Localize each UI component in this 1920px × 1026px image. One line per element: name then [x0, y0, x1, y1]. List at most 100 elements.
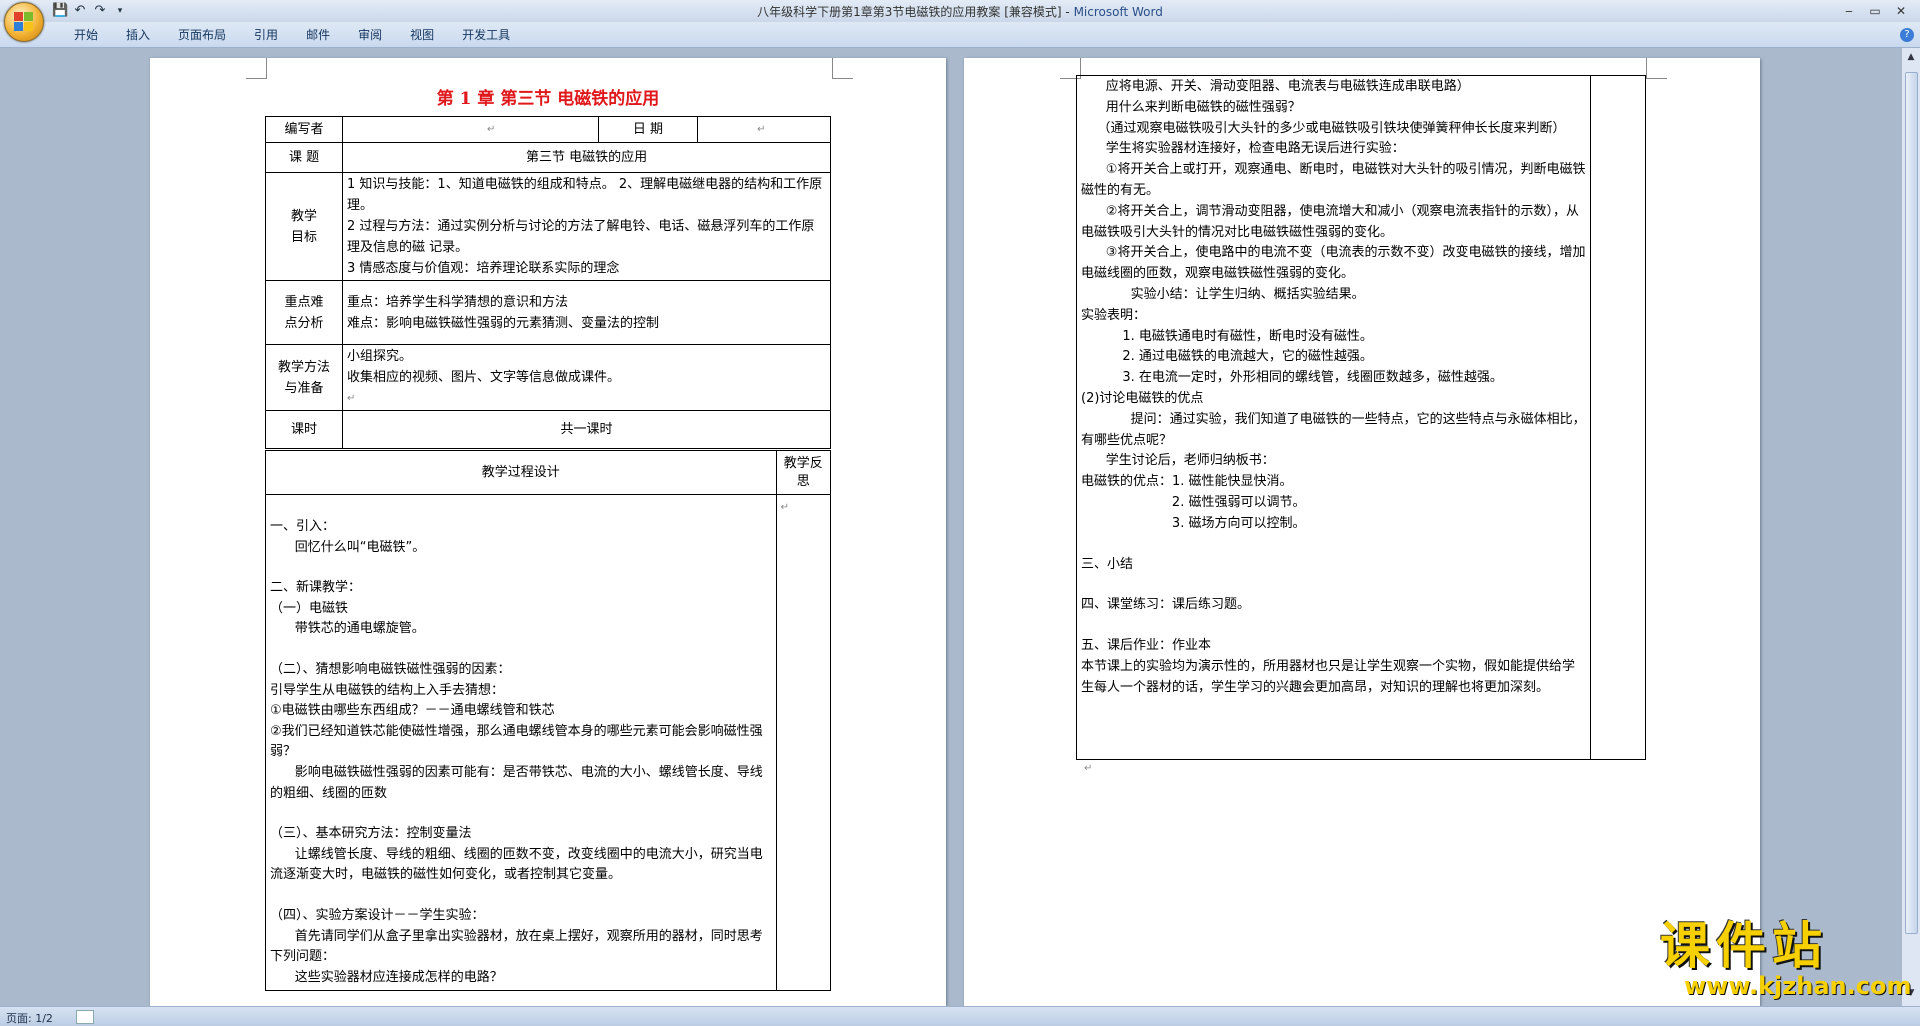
- tab-page-layout[interactable]: 页面布局: [164, 27, 240, 43]
- ribbon-tabs: 开始 插入 页面布局 引用 邮件 审阅 视图 开发工具: [60, 27, 524, 43]
- process-table: 教学过程设计 教学反思 一、引入： 回忆什么叫“电磁铁”。 二、新课教学： （一）电…: [265, 450, 832, 992]
- keypoint-line: 重点：培养学生科学猜想的意识和方法: [347, 294, 569, 310]
- method-line: 收集相应的视频、图片、文字等信息做成课件。: [347, 370, 621, 385]
- body-line: (2)讨论电磁铁的优点: [1081, 390, 1204, 406]
- keypoints-label: 重点难点分析: [264, 280, 344, 345]
- document-heading: 第 1 章 第三节 电磁铁的应用: [436, 89, 660, 109]
- body-line: （四）、实验方案设计－－学生实验：: [270, 907, 485, 923]
- body-line: （二）、猜想影响电磁铁磁性强弱的因素：: [270, 661, 511, 677]
- tab-insert[interactable]: 插入: [112, 27, 164, 43]
- crop-mark: [1646, 58, 1667, 79]
- reflection-cell[interactable]: ↵: [775, 493, 832, 992]
- body-line: 用什么来判断电磁铁的磁性强弱？: [1081, 99, 1301, 115]
- watermark-title: 课件站: [1660, 917, 1828, 975]
- body-line: 一、引入：: [270, 519, 336, 534]
- page-2: 应将电源、开关、滑动变阻器、电流表与电磁铁连成串联电路） 用什么来判断电磁铁的磁…: [964, 58, 1760, 1006]
- reflection-label: 教学反思: [775, 450, 832, 495]
- tab-view[interactable]: 视图: [396, 27, 448, 43]
- body-line: （通过观察电磁铁吸引大头针的多少或电磁铁吸引铁块使弹簧秤伸长长度来判断）: [1081, 120, 1566, 136]
- body-line: 应将电源、开关、滑动变阻器、电流表与电磁铁连成串联电路）: [1081, 79, 1470, 94]
- body-line: 1. 电磁铁通电时有磁性，断电时没有磁性。: [1081, 328, 1373, 344]
- body-line: 提问：通过实验，我们知道了电磁铁的一些特点，它的这些特点与永磁体相比，有哪些优点…: [1081, 411, 1586, 448]
- body-line: 二、新课教学：: [270, 580, 362, 596]
- topic-label: 课 题: [264, 142, 344, 173]
- body-line: 3. 在电流一定时，外形相同的螺线管，线圈匝数越多，磁性越强。: [1081, 370, 1503, 386]
- date-cell[interactable]: ↵: [697, 116, 831, 143]
- body-line: ②将开关合上，调节滑动变阻器，使电流增大和减小（观察电流表指针的示数），从电磁铁…: [1081, 203, 1579, 240]
- body-line: 3. 磁场方向可以控制。: [1081, 515, 1306, 531]
- body-line: 五、课后作业：作业本: [1081, 638, 1212, 654]
- body-line: 引导学生从电磁铁的结构上入手去猜想：: [270, 682, 505, 698]
- paragraph-mark: ↵: [1084, 763, 1093, 774]
- method-cell: 小组探究。 收集相应的视频、图片、文字等信息做成课件。 ↵: [342, 344, 831, 411]
- scroll-up-icon[interactable]: ▲: [1906, 52, 1916, 62]
- body-line: 带铁芯的通电螺旋管。: [270, 621, 425, 637]
- reflection-cell-continued[interactable]: [1590, 75, 1646, 760]
- crop-mark: [246, 58, 267, 79]
- close-button[interactable]: ✕: [1888, 2, 1914, 20]
- body-line: （三）、基本研究方法：控制变量法: [270, 826, 472, 842]
- office-logo-icon: [14, 12, 34, 32]
- body-line: ③将开关合上，使电路中的电流不变（电流表的示数不变）改变电磁铁的接线，增加电磁线…: [1081, 245, 1586, 282]
- method-line: 小组探究。: [347, 349, 413, 364]
- body-line: [1081, 575, 1586, 595]
- maximize-button[interactable]: ▭: [1862, 2, 1888, 20]
- body-line: 实验表明：: [1081, 307, 1147, 323]
- language-icon[interactable]: [76, 1010, 94, 1024]
- body-line: [1081, 535, 1586, 555]
- body-line: 2. 磁性强弱可以调节。: [1081, 494, 1306, 510]
- vertical-scrollbar[interactable]: ▲ ▼: [1901, 48, 1920, 1006]
- page-indicator[interactable]: 页面: 1/2: [6, 1010, 53, 1026]
- tab-developer[interactable]: 开发工具: [448, 27, 524, 43]
- body-line: 这些实验器材应连接成怎样的电路？: [270, 969, 503, 985]
- goal-line: 3 情感态度与价值观：培养理论联系实际的理念: [347, 261, 620, 276]
- lesson-plan-table: 编写者 ↵ 日 期 ↵ 课 题 第三节 电磁铁的应用 教学目标 1 知识与技能：…: [264, 116, 831, 449]
- page-1: 第 1 章 第三节 电磁铁的应用 编写者 ↵ 日 期 ↵ 课 题 第三节 电磁铁…: [150, 58, 946, 1006]
- body-line: 电磁铁的优点：1. 磁性能快显快消。: [1081, 474, 1293, 490]
- body-line: 让螺线管长度、导线的粗细、线圈的匝数不变，改变线圈中的电流大小，研究当电流逐渐变…: [270, 846, 763, 883]
- tab-references[interactable]: 引用: [240, 27, 292, 43]
- help-icon[interactable]: ?: [1900, 28, 1914, 42]
- scrollbar-thumb[interactable]: [1905, 72, 1918, 934]
- goals-cell: 1 知识与技能：1、知道电磁铁的组成和特点。 2、理解电磁继电器的结构和工作原理…: [342, 172, 831, 281]
- body-line: [270, 886, 772, 906]
- site-watermark: 课件站 www.kjzhan.com: [1660, 917, 1911, 998]
- author-label: 编写者: [264, 116, 344, 143]
- goal-line: 2 过程与方法：通过实例分析与讨论的方法了解电铃、电话、磁悬浮列车的工作原理及信…: [347, 219, 815, 255]
- process-table-continued: 应将电源、开关、滑动变阻器、电流表与电磁铁连成串联电路） 用什么来判断电磁铁的磁…: [1075, 75, 1646, 760]
- process-body-continued: 应将电源、开关、滑动变阻器、电流表与电磁铁连成串联电路） 用什么来判断电磁铁的磁…: [1075, 75, 1592, 760]
- status-bar: 页面: 1/2: [0, 1006, 1920, 1026]
- author-cell[interactable]: ↵: [342, 116, 599, 143]
- window-controls: ‒ ▭ ✕: [1836, 2, 1914, 20]
- body-line: 回忆什么叫“电磁铁”。: [270, 539, 426, 555]
- process-body: 一、引入： 回忆什么叫“电磁铁”。 二、新课教学： （一）电磁铁 带铁芯的通电螺旋管…: [265, 493, 777, 992]
- body-line: 学生讨论后，老师归纳板书：: [1081, 453, 1275, 469]
- body-line: 四、课堂练习：课后练习题。: [1081, 597, 1251, 613]
- body-line: [270, 640, 772, 660]
- tab-home[interactable]: 开始: [60, 27, 112, 43]
- body-line: [270, 558, 772, 578]
- body-line: [1081, 616, 1586, 636]
- ribbon: 开始 插入 页面布局 引用 邮件 审阅 视图 开发工具 ?: [0, 22, 1920, 48]
- process-label: 教学过程设计: [265, 450, 777, 495]
- body-line: 学生将实验器材连接好，检查电路无误后进行实验：: [1081, 141, 1405, 157]
- body-line: 三、小结: [1081, 556, 1134, 572]
- method-label: 教学方法与准备: [264, 344, 344, 411]
- body-line: （一）电磁铁: [270, 600, 349, 616]
- body-line: ①将开关合上或打开，观察通电、断电时，电磁铁对大头针的吸引情况，判断电磁铁磁性的…: [1081, 162, 1586, 198]
- body-line: [270, 497, 772, 517]
- office-button[interactable]: [4, 2, 44, 42]
- title-bar: 💾 ↶ ↷ ▾ 八年级科学下册第1章第3节电磁铁的应用教案 [兼容模式] - M…: [0, 0, 1920, 22]
- body-line: 2. 通过电磁铁的电流越大，它的磁性越强。: [1081, 349, 1373, 365]
- crop-mark: [832, 58, 853, 79]
- body-line: 影响电磁铁磁性强弱的因素可能有：是否带铁芯、电流的大小、螺线管长度、导线的粗细、…: [270, 764, 763, 801]
- tab-review[interactable]: 审阅: [344, 27, 396, 43]
- body-line: ②我们已经知道铁芯能使磁性增强，那么通电螺线管本身的哪些元素可能会影响磁性强弱？: [270, 723, 763, 760]
- minimize-button[interactable]: ‒: [1836, 2, 1862, 20]
- keypoint-line: 难点：影响电磁铁磁性强弱的元素猜测、变量法的控制: [347, 315, 660, 331]
- tab-mailings[interactable]: 邮件: [292, 27, 344, 43]
- hours-value: 共一课时: [342, 410, 831, 449]
- document-title: 八年级科学下册第1章第3节电磁铁的应用教案 [兼容模式] -: [757, 5, 1074, 19]
- goals-label: 教学目标: [264, 172, 344, 281]
- goal-line: 1 知识与技能：1、知道电磁铁的组成和特点。 2、理解电磁继电器的结构和工作原理…: [347, 177, 823, 213]
